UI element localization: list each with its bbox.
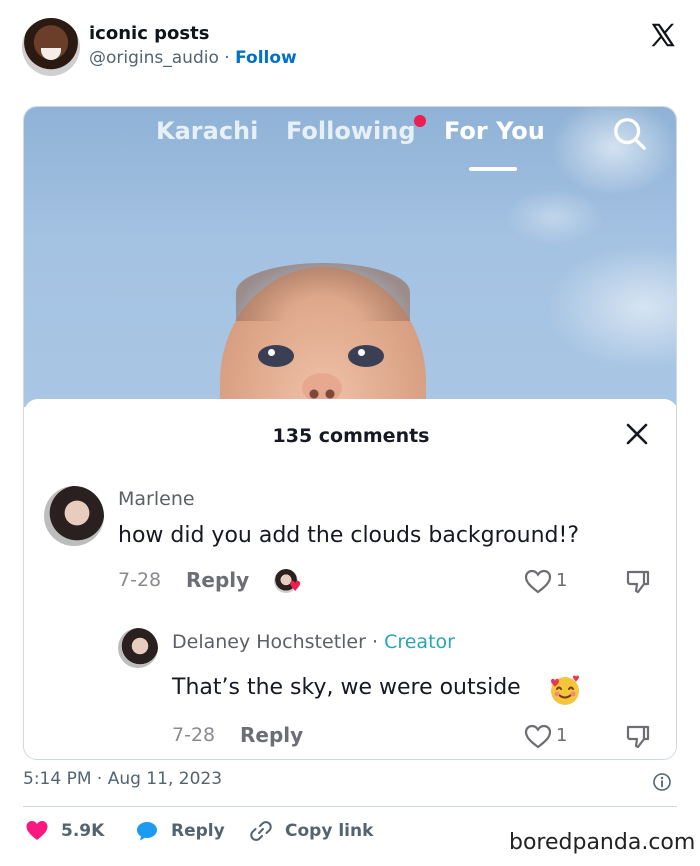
reply-author[interactable]: Delaney Hochstetler — [172, 631, 366, 653]
reply-like-count: 1 — [556, 725, 568, 746]
comment-reply-button[interactable]: Reply — [186, 568, 249, 592]
reply-date: 7-28 — [172, 724, 216, 746]
follow-button[interactable]: Follow — [235, 48, 297, 68]
comment-like-button[interactable]: 1 — [524, 569, 574, 595]
comment-like-count: 1 — [556, 570, 568, 591]
commenter-avatar[interactable] — [44, 486, 104, 546]
reply-button[interactable]: Reply — [135, 816, 235, 846]
author-handle-line: @origins_audio · Follow — [89, 48, 297, 68]
close-icon[interactable] — [624, 421, 650, 447]
badge-separator: · — [371, 631, 379, 653]
comments-count: 135 comments — [272, 425, 430, 447]
copy-link-button[interactable]: Copy link — [249, 816, 379, 846]
tab-for-you[interactable]: For You — [444, 117, 545, 145]
comment-text: how did you add the clouds background!? — [118, 523, 579, 548]
copy-link-label: Copy link — [285, 821, 374, 841]
like-count: 5.9K — [61, 821, 105, 841]
tab-karachi[interactable]: Karachi — [156, 117, 258, 145]
reply-label: Reply — [171, 821, 225, 841]
heart-icon — [26, 821, 48, 840]
handle-separator: · — [224, 48, 230, 68]
info-icon[interactable] — [652, 772, 672, 792]
active-tab-indicator — [469, 167, 517, 171]
author-avatar[interactable] — [22, 18, 80, 76]
comment-date: 7-28 — [118, 569, 162, 591]
author-handle[interactable]: @origins_audio — [89, 48, 219, 68]
boredpanda-watermark: boredpanda.com — [505, 830, 700, 855]
search-icon[interactable] — [611, 115, 649, 153]
footer-divider — [23, 806, 677, 807]
dislike-icon[interactable] — [625, 724, 651, 750]
creator-liked-heart-icon: ♥ — [289, 579, 302, 595]
notification-dot — [414, 115, 426, 127]
heart-outline-icon — [524, 724, 552, 749]
reply-author-line: Delaney Hochstetler · Creator — [172, 631, 455, 653]
reply-like-button[interactable]: 1 — [524, 724, 574, 750]
speech-bubble-icon — [137, 822, 157, 841]
comments-sheet: 135 comments Marlene how did you add the… — [24, 399, 676, 759]
tab-following[interactable]: Following — [286, 117, 416, 145]
comment-author[interactable]: Marlene — [118, 488, 195, 510]
tweet-header: iconic posts @origins_audio · Follow — [22, 16, 682, 80]
reply-reply-button[interactable]: Reply — [240, 723, 303, 747]
sky-background: Karachi Following For You — [24, 107, 676, 497]
creator-avatar[interactable] — [118, 628, 158, 668]
link-icon — [250, 821, 272, 841]
tweet-media[interactable]: Karachi Following For You 135 comments M… — [23, 106, 677, 760]
heart-outline-icon — [524, 569, 552, 594]
reply-text: That’s the sky, we were outside — [172, 675, 521, 700]
author-display-name[interactable]: iconic posts — [89, 23, 209, 44]
x-logo-icon[interactable] — [648, 20, 678, 50]
tweet-timestamp[interactable]: 5:14 PM · Aug 11, 2023 — [23, 769, 222, 789]
creator-badge: Creator — [384, 631, 455, 653]
like-button[interactable]: 5.9K — [25, 816, 115, 846]
dislike-icon[interactable] — [625, 569, 651, 595]
tiktok-tab-bar: Karachi Following For You — [156, 115, 556, 171]
smiling-face-with-hearts-emoji-icon — [551, 675, 579, 705]
